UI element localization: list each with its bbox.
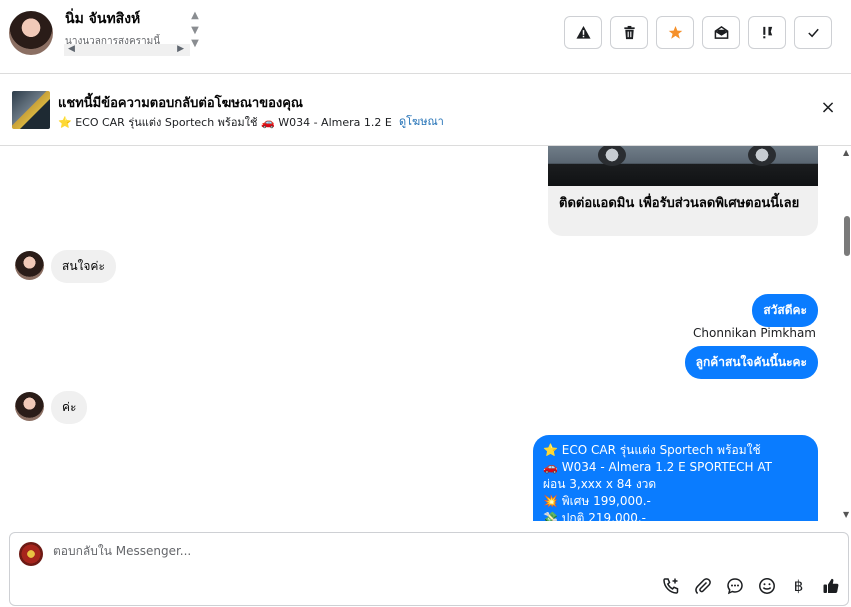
view-ad-link[interactable]: ดูโฆษณา <box>399 112 444 130</box>
mark-unread-button[interactable] <box>702 16 740 49</box>
follow-up-button[interactable] <box>748 16 786 49</box>
ad-card-image-footer <box>548 166 818 186</box>
report-spam-button[interactable] <box>564 16 602 49</box>
emoji-icon[interactable] <box>757 576 776 595</box>
scrollbar-thumb[interactable] <box>844 216 850 256</box>
car-wheel-graphic <box>598 146 626 166</box>
envelope-open-icon <box>714 25 728 39</box>
sender-name: Chonnikan Pimkham <box>693 326 816 340</box>
scroll-up-icon[interactable]: ▲ <box>843 148 849 157</box>
contact-name[interactable]: นิ่ม จันทสิงห์ <box>65 8 140 30</box>
paperclip-graphic <box>694 577 711 594</box>
ad-card-text: ติดต่อแอดมิน เพื่อรับส่วนลดพิเศษตอนนี้เล… <box>559 196 800 211</box>
contact-avatar[interactable] <box>9 11 53 55</box>
reply-input[interactable] <box>53 544 653 558</box>
stepper-up-icon[interactable]: ▲ <box>188 10 202 21</box>
conversation-header: นิ่ม จันทสิงห์ ◀ ▶ นางนวลการสงครามนี้ ▲ … <box>0 0 851 74</box>
composer-tools: ฿ <box>661 576 840 595</box>
contact-avatar-small[interactable] <box>15 392 44 421</box>
attach-icon[interactable] <box>693 576 712 595</box>
like-icon[interactable] <box>821 576 840 595</box>
scroll-down-icon[interactable]: ▼ <box>843 510 849 519</box>
message-line: 💸 ปกติ 219,000.- <box>543 511 647 521</box>
star-icon <box>668 25 682 39</box>
phone-plus-graphic <box>662 577 678 594</box>
mark-done-button[interactable] <box>794 16 832 49</box>
contact-avatar-small[interactable] <box>15 251 44 280</box>
contact-stepper[interactable]: ▲ ▼ ▼ <box>188 10 202 56</box>
ad-banner-text: ⭐ ECO CAR รุ่นแต่ง Sportech พร้อมใช้ 🚗 W… <box>58 116 394 129</box>
ad-banner-title: แชทนี้มีข้อความตอบกลับต่อโฆษณาของคุณ <box>58 96 303 111</box>
page-avatar <box>19 542 43 566</box>
call-icon[interactable] <box>661 576 680 595</box>
close-icon[interactable]: × <box>818 98 838 118</box>
incoming-message[interactable]: ค่ะ <box>51 391 88 424</box>
outgoing-message[interactable]: สวัสดีคะ <box>752 294 818 327</box>
reply-composer: ฿ <box>9 532 849 606</box>
message-line: ⭐ ECO CAR รุ่นแต่ง Sportech พร้อมใช้ <box>543 443 761 457</box>
message-thread[interactable]: ติดต่อแอดมิน เพื่อรับส่วนลดพิเศษตอนนี้เล… <box>0 146 851 521</box>
currency-icon[interactable]: ฿ <box>789 576 808 595</box>
delete-button[interactable] <box>610 16 648 49</box>
chat-bubble-graphic <box>726 577 743 594</box>
ad-card-message[interactable]: ติดต่อแอดมิน เพื่อรับส่วนลดพิเศษตอนนี้เล… <box>548 146 818 236</box>
smiley-graphic <box>758 577 775 594</box>
saved-reply-icon[interactable] <box>725 576 744 595</box>
ad-reply-banner: แชทนี้มีข้อความตอบกลับต่อโฆษณาของคุณ ⭐ E… <box>0 74 851 146</box>
outgoing-long-message[interactable]: ⭐ ECO CAR รุ่นแต่ง Sportech พร้อมใช้ 🚗 W… <box>533 435 818 521</box>
message-line: 💥 พิเศษ 199,000.- <box>543 494 651 508</box>
trash-icon <box>623 25 635 40</box>
stepper-down-icon[interactable]: ▼ <box>188 38 202 49</box>
message-line: ผ่อน 3,xxx x 84 งวด <box>543 477 657 491</box>
stepper-down-icon[interactable]: ▼ <box>188 25 202 36</box>
exclamation-flag-icon <box>762 26 772 39</box>
checkmark-icon <box>807 28 819 38</box>
outgoing-message[interactable]: ลูกค้าสนใจคันนี้นะคะ <box>684 346 818 379</box>
warning-icon <box>575 25 591 39</box>
ad-card-image <box>548 146 818 186</box>
messenger-inbox: นิ่ม จันทสิงห์ ◀ ▶ นางนวลการสงครามนี้ ▲ … <box>0 0 851 607</box>
header-actions <box>564 16 832 49</box>
message-line: 🚗 W034 - Almera 1.2 E SPORTECH AT <box>543 460 772 474</box>
contact-subtitle: นางนวลการสงครามนี้ <box>65 36 161 47</box>
incoming-message[interactable]: สนใจค่ะ <box>51 250 116 283</box>
star-button[interactable] <box>656 16 694 49</box>
car-wheel-graphic <box>748 146 776 166</box>
scroll-right-icon[interactable]: ▶ <box>177 44 184 54</box>
thumbs-up-graphic <box>823 578 838 593</box>
thread-scrollbar[interactable]: ▲ ▼ <box>843 146 851 521</box>
ad-thumbnail[interactable] <box>12 91 50 129</box>
